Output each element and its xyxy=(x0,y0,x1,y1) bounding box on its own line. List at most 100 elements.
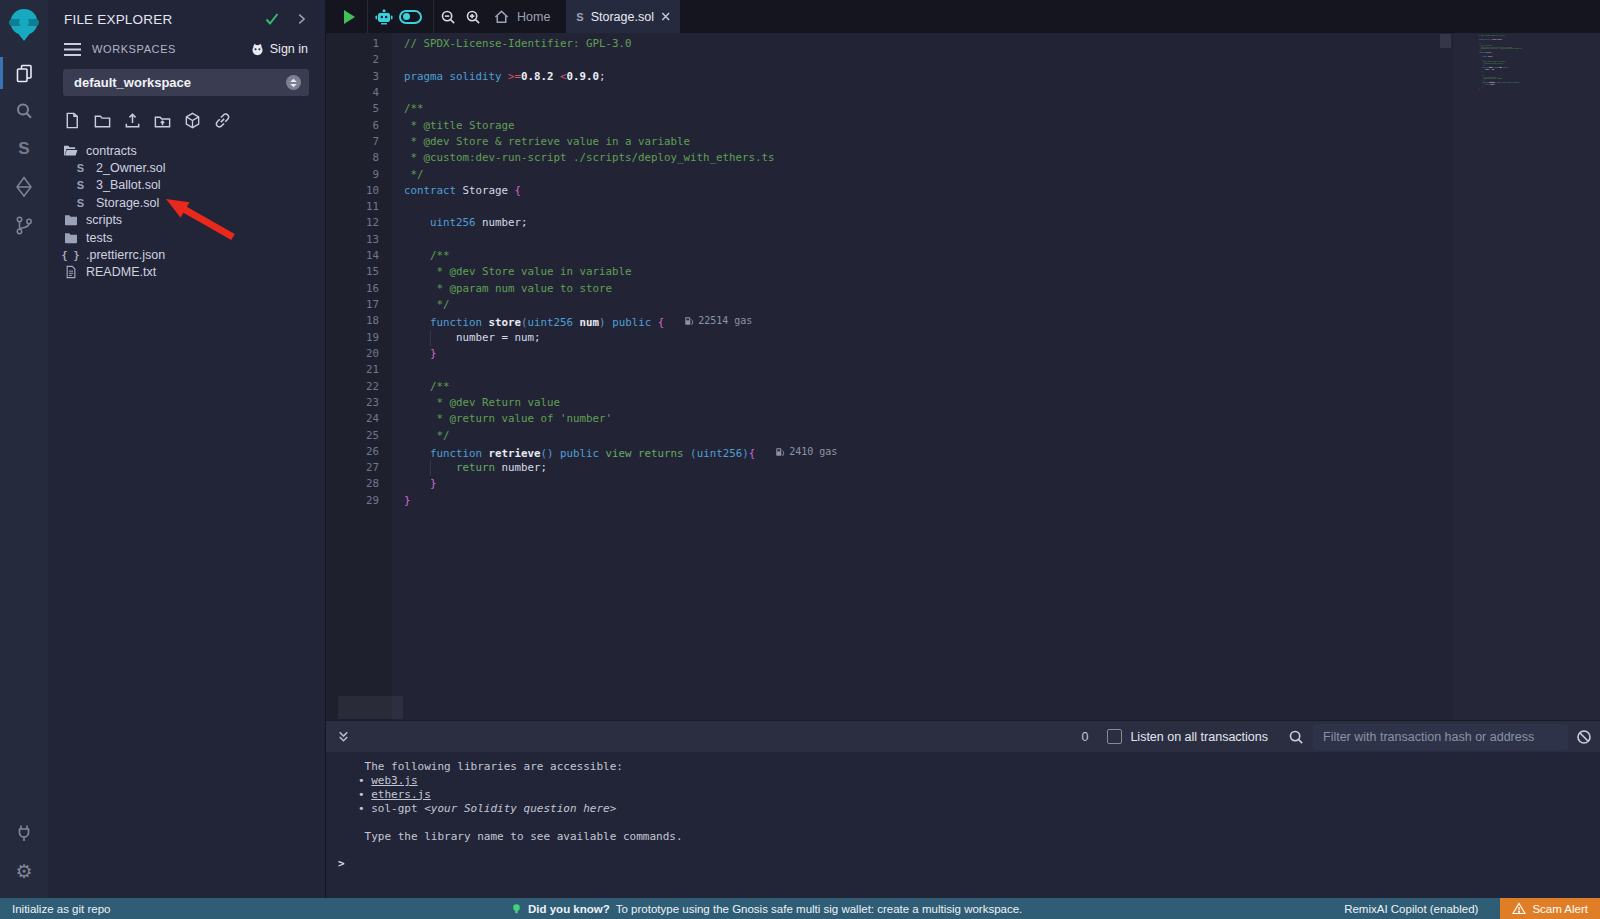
panel-header: FILE EXPLORER xyxy=(48,0,325,38)
sidebar-item-search[interactable] xyxy=(0,92,48,130)
code-line-25: */ xyxy=(404,428,1600,444)
git-init-button[interactable]: Initialize as git repo xyxy=(12,903,110,915)
terminal-output[interactable]: The following libraries are accessible:•… xyxy=(326,752,1600,898)
tab-bar: Home S Storage.sol xyxy=(326,0,1600,33)
remix-logo-icon[interactable] xyxy=(0,6,48,44)
code-editor[interactable]: 1234567891011121314151617181920212223242… xyxy=(326,33,1600,720)
code-line-10: contract Storage { xyxy=(404,183,1600,199)
warning-icon xyxy=(1512,902,1526,915)
tab-home[interactable]: Home xyxy=(493,9,550,25)
upload-folder-icon[interactable] xyxy=(153,111,172,130)
solidity-icon: S xyxy=(73,162,88,174)
code-line-13 xyxy=(404,232,1600,248)
code-line-23: * @dev Return value xyxy=(404,395,1600,411)
code-line-12: uint256 number; xyxy=(404,215,1600,231)
status-bar: Initialize as git repo Did you know? To … xyxy=(0,898,1600,919)
run-script-button[interactable] xyxy=(344,10,355,24)
code-line-11 xyxy=(404,199,1600,215)
tree-item-readme-txt[interactable]: README.txt xyxy=(48,264,325,281)
terminal-prompt[interactable]: > xyxy=(338,857,1600,871)
minimap-content: // SPDX-License-Identifier: GPL-3.0pragm… xyxy=(1479,35,1583,89)
code-line-15: * @dev Store value in variable xyxy=(404,264,1600,280)
app: S ⚙ FILE EXPLORER xyxy=(0,0,1600,898)
tree-item-contracts[interactable]: contracts xyxy=(48,142,325,159)
ai-copilot-robot-icon[interactable] xyxy=(375,9,393,25)
new-folder-icon[interactable] xyxy=(93,111,112,130)
sidebar-item-file-explorer[interactable] xyxy=(0,54,48,92)
check-icon xyxy=(264,11,280,27)
code-line-17: */ xyxy=(404,297,1600,313)
tree-item-scripts[interactable]: scripts xyxy=(48,212,325,229)
sign-in-button[interactable]: Sign in xyxy=(250,42,308,57)
gas-estimate-badge: 22514 gas xyxy=(684,313,752,329)
code-line-29: } xyxy=(1479,88,1583,90)
tree-item-label: Storage.sol xyxy=(96,196,159,210)
cube-icon[interactable] xyxy=(183,111,202,130)
tree-item-2-owner-sol[interactable]: S 2_Owner.sol xyxy=(48,159,325,176)
scam-alert-badge[interactable]: Scam Alert xyxy=(1500,898,1600,919)
copilot-toggle[interactable] xyxy=(399,10,422,24)
hamburger-icon[interactable] xyxy=(63,42,82,57)
chevron-right-icon[interactable] xyxy=(294,12,308,26)
file-toolbar xyxy=(48,96,325,139)
terminal-header: 0 Listen on all transactions xyxy=(326,720,1600,752)
solidity-icon: S xyxy=(73,197,88,209)
tab-storage-sol[interactable]: S Storage.sol xyxy=(567,0,679,33)
code-line-20: } xyxy=(404,346,1600,362)
workspace-select[interactable]: default_workspace xyxy=(63,69,309,96)
gear-icon: ⚙ xyxy=(15,860,32,883)
icon-rail: S ⚙ xyxy=(0,0,48,898)
vertical-scrollbar[interactable] xyxy=(1440,34,1451,48)
sidebar-item-solidity-compiler[interactable]: S xyxy=(0,130,48,168)
zoom-out-icon[interactable] xyxy=(440,9,456,25)
tree-item-label: 2_Owner.sol xyxy=(96,161,165,175)
new-file-icon[interactable] xyxy=(63,111,82,130)
tree-item-storage-sol[interactable]: S Storage.sol xyxy=(48,194,325,211)
link-icon[interactable] xyxy=(213,111,232,130)
code-line-5: /** xyxy=(404,101,1600,117)
code-line-1: // SPDX-License-Identifier: GPL-3.0 xyxy=(404,36,1600,52)
transaction-filter-input[interactable] xyxy=(1313,724,1568,750)
tree-item-tests[interactable]: tests xyxy=(48,229,325,246)
horizontal-scrollbar[interactable] xyxy=(338,696,403,719)
terminal-line: • sol-gpt <your Solidity question here> xyxy=(358,802,1600,816)
tree-item-3-ballot-sol[interactable]: S3_Ballot.sol xyxy=(48,177,325,194)
terminal-line: The following libraries are accessible: xyxy=(358,760,1600,774)
code-line-3: pragma solidity >=0.8.2 <0.9.0; xyxy=(404,69,1600,85)
chevrons-down-icon[interactable] xyxy=(336,729,351,744)
search-icon xyxy=(1288,729,1304,745)
code-line-8: * @custom:dev-run-script ./scripts/deplo… xyxy=(404,150,1600,166)
sidebar-item-deploy-run[interactable] xyxy=(0,168,48,206)
terminal-link[interactable]: ethers.js xyxy=(371,788,431,801)
terminal-line xyxy=(358,843,1600,857)
solidity-icon: S xyxy=(73,179,88,191)
folder-icon xyxy=(63,232,78,244)
code-line-19: number = num; xyxy=(404,330,1600,346)
braces-icon: { } xyxy=(63,250,78,261)
sidebar-item-settings[interactable]: ⚙ xyxy=(0,852,48,890)
main-area: Home S Storage.sol 123456789101112131415… xyxy=(325,0,1600,898)
clear-console-icon[interactable] xyxy=(1576,729,1592,745)
code-line-9: */ xyxy=(404,167,1600,183)
listen-all-transactions-checkbox[interactable] xyxy=(1107,729,1122,744)
terminal-link[interactable]: web3.js xyxy=(371,774,417,787)
zoom-in-icon[interactable] xyxy=(465,9,481,25)
minimap[interactable]: // SPDX-License-Identifier: GPL-3.0pragm… xyxy=(1454,33,1600,720)
code-line-28: } xyxy=(404,476,1600,492)
panel-title: FILE EXPLORER xyxy=(64,12,172,27)
upload-file-icon[interactable] xyxy=(123,111,142,130)
sidebar-item-plugin-manager[interactable] xyxy=(0,814,48,852)
workspace-select-arrows-icon xyxy=(286,75,301,90)
lightbulb-icon xyxy=(511,903,522,915)
terminal-line xyxy=(358,816,1600,830)
folder-icon xyxy=(63,214,78,226)
sidebar-item-git[interactable] xyxy=(0,206,48,244)
tree-item--prettierrc-json[interactable]: { }.prettierrc.json xyxy=(48,246,325,263)
copilot-status[interactable]: RemixAI Copilot (enabled) xyxy=(1344,903,1478,915)
home-icon xyxy=(493,9,510,25)
terminal-line: • web3.js xyxy=(358,774,1600,788)
code-line-22: /** xyxy=(404,379,1600,395)
close-tab-icon[interactable] xyxy=(661,11,670,22)
code-line-24: * @return value of 'number' xyxy=(404,411,1600,427)
did-you-know-tip: Did you know? To prototype using the Gno… xyxy=(511,903,1022,915)
